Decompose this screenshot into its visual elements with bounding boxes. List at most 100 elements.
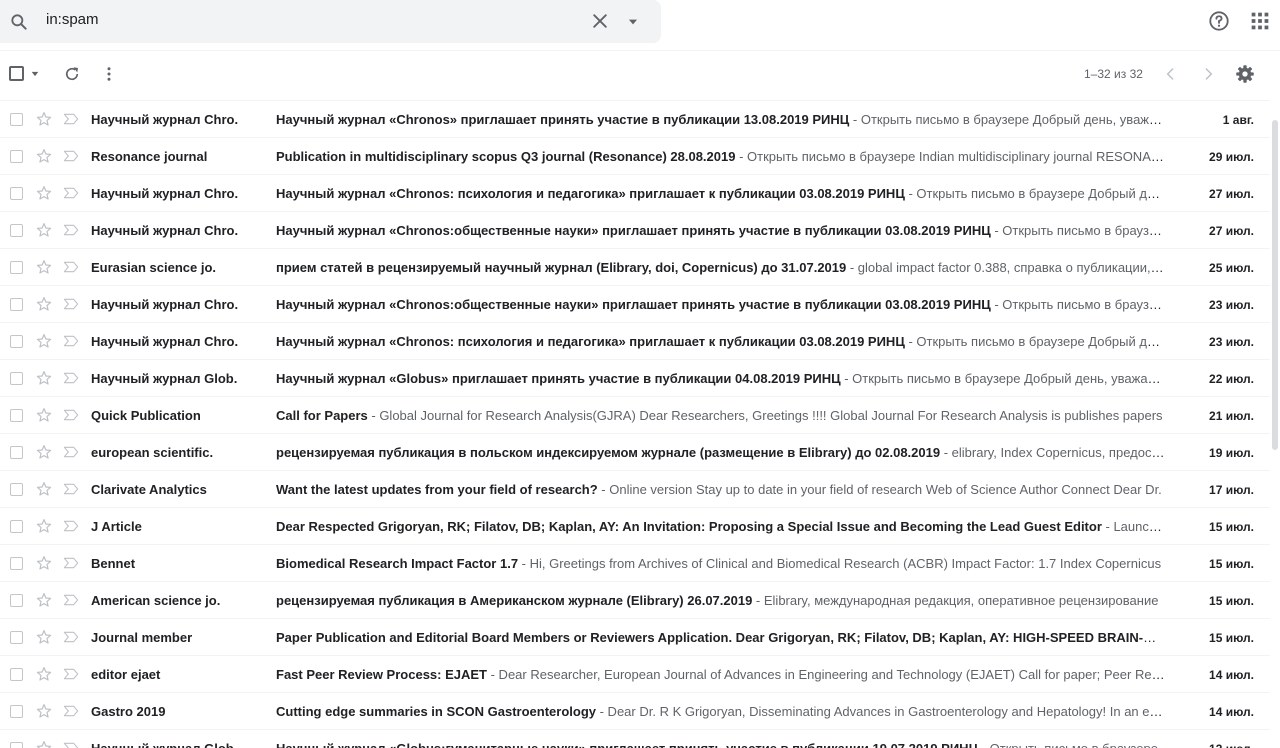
email-row[interactable]: American science jo. рецензируемая публи…	[0, 582, 1270, 619]
importance-marker-icon[interactable]	[63, 298, 79, 310]
row-checkbox[interactable]	[10, 668, 23, 681]
star-icon[interactable]	[36, 111, 52, 127]
importance-marker-icon[interactable]	[63, 483, 79, 495]
row-checkbox[interactable]	[10, 557, 23, 570]
scrollbar-thumb[interactable]	[1272, 120, 1278, 450]
search-box[interactable]: in:spam	[0, 0, 661, 43]
email-row[interactable]: Научный журнал Glob. Научный журнал «Glo…	[0, 360, 1270, 397]
email-row[interactable]: Resonance journal Publication in multidi…	[0, 138, 1270, 175]
email-row[interactable]: european scientific. рецензируемая публи…	[0, 434, 1270, 471]
email-sender: editor ejaet	[91, 667, 161, 682]
email-row[interactable]: Bennet Biomedical Research Impact Factor…	[0, 545, 1270, 582]
importance-marker-icon[interactable]	[63, 446, 79, 458]
email-row[interactable]: Научный журнал Glob. Научный журнал «Glo…	[0, 730, 1270, 748]
star-icon[interactable]	[36, 555, 52, 571]
importance-marker-icon[interactable]	[63, 372, 79, 384]
email-row[interactable]: Научный журнал Chro. Научный журнал «Chr…	[0, 286, 1270, 323]
email-snippet: - Открыть письмо в браузере Добрый день,…	[852, 112, 1165, 127]
importance-marker-icon[interactable]	[63, 668, 79, 680]
email-row[interactable]: Gastro 2019 Cutting edge summaries in SC…	[0, 693, 1270, 730]
star-icon[interactable]	[36, 296, 52, 312]
importance-marker-icon[interactable]	[63, 113, 79, 125]
star-icon[interactable]	[36, 518, 52, 534]
importance-marker-icon[interactable]	[63, 594, 79, 606]
star-icon[interactable]	[36, 444, 52, 460]
email-row[interactable]: Научный журнал Chro. Научный журнал «Chr…	[0, 323, 1270, 360]
search-icon[interactable]	[9, 12, 29, 32]
chevron-left-icon[interactable]	[1163, 66, 1179, 82]
chevron-down-icon[interactable]	[626, 15, 640, 29]
row-checkbox[interactable]	[10, 261, 23, 274]
email-preview: Fast Peer Review Process: EJAET - Dear R…	[276, 667, 1165, 682]
select-all-checkbox[interactable]	[9, 66, 24, 81]
row-checkbox[interactable]	[10, 446, 23, 459]
importance-marker-icon[interactable]	[63, 557, 79, 569]
row-checkbox[interactable]	[10, 520, 23, 533]
importance-marker-icon[interactable]	[63, 224, 79, 236]
gear-icon[interactable]	[1235, 64, 1255, 84]
email-row[interactable]: Journal member Paper Publication and Edi…	[0, 619, 1270, 656]
close-icon[interactable]	[590, 11, 610, 31]
more-vert-icon[interactable]	[102, 65, 116, 83]
star-icon[interactable]	[36, 592, 52, 608]
star-icon[interactable]	[36, 629, 52, 645]
importance-marker-icon[interactable]	[63, 150, 79, 162]
star-icon[interactable]	[36, 666, 52, 682]
star-icon[interactable]	[36, 222, 52, 238]
importance-marker-icon[interactable]	[63, 261, 79, 273]
email-row[interactable]: editor ejaet Fast Peer Review Process: E…	[0, 656, 1270, 693]
row-checkbox[interactable]	[10, 298, 23, 311]
chevron-down-icon[interactable]	[30, 69, 40, 79]
row-checkbox[interactable]	[10, 705, 23, 718]
email-row[interactable]: Научный журнал Chro. Научный журнал «Chr…	[0, 212, 1270, 249]
email-row[interactable]: Quick Publication Call for Papers - Glob…	[0, 397, 1270, 434]
star-icon[interactable]	[36, 703, 52, 719]
row-checkbox[interactable]	[10, 594, 23, 607]
scrollbar[interactable]	[1270, 100, 1280, 748]
star-icon[interactable]	[36, 407, 52, 423]
refresh-icon[interactable]	[63, 65, 81, 83]
star-icon[interactable]	[36, 740, 52, 748]
star-icon[interactable]	[36, 481, 52, 497]
email-snippet: - Открыть письмо в браузере	[978, 741, 1158, 748]
email-row[interactable]: J Article Dear Respected Grigoryan, RK; …	[0, 508, 1270, 545]
importance-marker-icon[interactable]	[63, 409, 79, 421]
importance-marker-icon[interactable]	[63, 187, 79, 199]
star-icon[interactable]	[36, 370, 52, 386]
row-checkbox[interactable]	[10, 409, 23, 422]
row-checkbox[interactable]	[10, 150, 23, 163]
email-preview: Call for Papers - Global Journal for Res…	[276, 408, 1165, 423]
row-checkbox[interactable]	[10, 631, 23, 644]
importance-marker-icon[interactable]	[63, 335, 79, 347]
email-row[interactable]: Научный журнал Chro. Научный журнал «Chr…	[0, 175, 1270, 212]
email-snippet: - Online version Stay up to date in your…	[597, 482, 1162, 497]
star-icon[interactable]	[36, 185, 52, 201]
email-row[interactable]: Научный журнал Chro. Научный журнал «Chr…	[0, 101, 1270, 138]
email-snippet: - Открыть письмо в браузере Добрый день	[904, 334, 1165, 349]
email-subject: Dear Respected Grigoryan, RK; Filatov, D…	[276, 519, 1102, 534]
row-checkbox[interactable]	[10, 742, 23, 748]
email-subject: Biomedical Research Impact Factor 1.7	[276, 556, 519, 571]
email-preview: Cutting edge summaries in SCON Gastroent…	[276, 704, 1165, 719]
search-input[interactable]: in:spam	[46, 11, 99, 28]
importance-marker-icon[interactable]	[63, 631, 79, 643]
row-checkbox[interactable]	[10, 187, 23, 200]
importance-marker-icon[interactable]	[63, 705, 79, 717]
importance-marker-icon[interactable]	[63, 742, 79, 748]
star-icon[interactable]	[36, 259, 52, 275]
importance-marker-icon[interactable]	[63, 520, 79, 532]
email-row[interactable]: Clarivate Analytics Want the latest upda…	[0, 471, 1270, 508]
chevron-right-icon[interactable]	[1200, 66, 1216, 82]
apps-grid-icon[interactable]	[1250, 11, 1270, 31]
help-icon[interactable]	[1208, 10, 1230, 32]
email-row[interactable]: Eurasian science jo. прием статей в реце…	[0, 249, 1270, 286]
star-icon[interactable]	[36, 148, 52, 164]
email-subject: Научный журнал «Globus:гуманитарные наук…	[276, 741, 978, 748]
row-checkbox[interactable]	[10, 483, 23, 496]
star-icon[interactable]	[36, 333, 52, 349]
row-checkbox[interactable]	[10, 224, 23, 237]
email-date: 15 июл.	[1209, 520, 1254, 534]
row-checkbox[interactable]	[10, 335, 23, 348]
row-checkbox[interactable]	[10, 372, 23, 385]
row-checkbox[interactable]	[10, 113, 23, 126]
